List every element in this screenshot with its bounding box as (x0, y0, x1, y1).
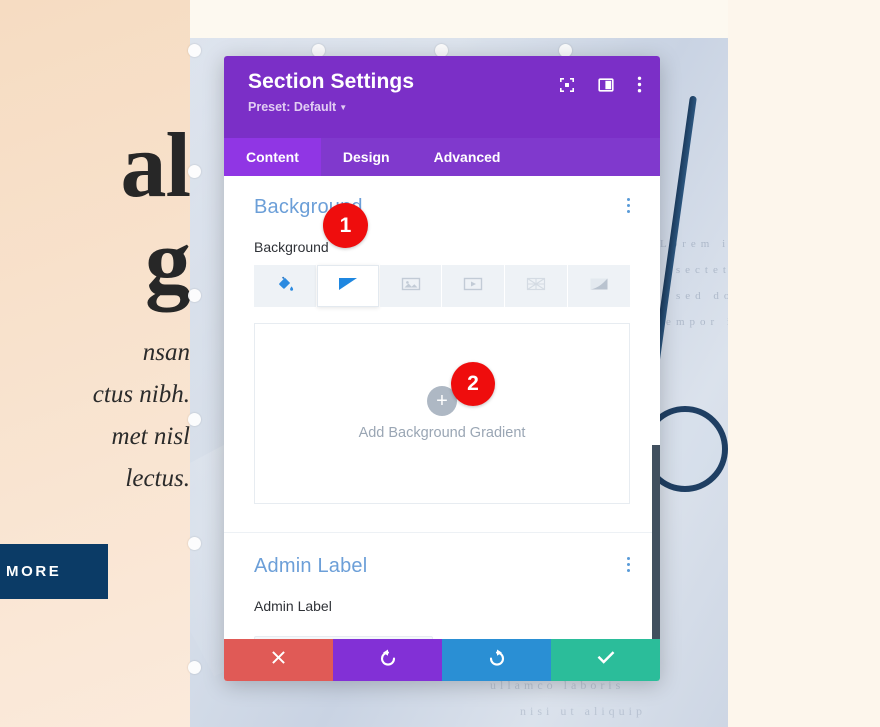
admin-label-section-heading: Admin Label (254, 555, 368, 577)
hero-headline-line2: g (145, 210, 190, 313)
preset-selector[interactable]: Preset: Default ▼ (248, 100, 347, 114)
save-button[interactable] (551, 639, 660, 681)
page-top-band (190, 0, 728, 38)
add-background-gradient-area[interactable]: + Add Background Gradient (254, 323, 630, 504)
section-handle-dot[interactable] (188, 289, 201, 302)
admin-label-section-menu-icon[interactable] (627, 557, 630, 572)
hero-subtext: nsan ctus nibh. met nisl lectus. (0, 332, 190, 500)
hero-subtext-line2: ctus nibh. (92, 381, 190, 408)
paint-bucket-icon (275, 274, 295, 299)
page-right-margin (728, 0, 880, 727)
annotation-badge-2: 2 (451, 362, 495, 406)
hero-subtext-line1: nsan (142, 339, 190, 366)
background-section-menu-icon[interactable] (627, 198, 630, 213)
video-icon (462, 274, 484, 299)
undo-button[interactable] (333, 639, 442, 681)
modal-header-icons (559, 76, 642, 93)
section-handle-dot[interactable] (188, 165, 201, 178)
hero-subtext-line4: lectus. (125, 465, 190, 492)
background-section-heading: Background (254, 196, 363, 218)
redo-icon (487, 648, 507, 673)
background-image-tab[interactable] (379, 265, 442, 307)
background-color-tab[interactable] (254, 265, 316, 307)
redo-button[interactable] (442, 639, 551, 681)
section-handle-dot[interactable] (188, 537, 201, 550)
hero-subtext-line3: met nisl (111, 423, 190, 450)
preset-label: Preset: Default (248, 100, 337, 114)
tab-content[interactable]: Content (224, 138, 321, 176)
undo-icon (378, 648, 398, 673)
tab-advanced[interactable]: Advanced (412, 138, 523, 176)
add-gradient-label: Add Background Gradient (358, 425, 526, 441)
section-settings-modal: Section Settings Preset: Default ▼ Conte… (224, 56, 660, 681)
focus-icon[interactable] (559, 77, 575, 93)
chevron-down-icon: ▼ (339, 103, 348, 112)
more-vertical-icon[interactable] (637, 76, 642, 93)
modal-body: Background Background + Add Background G… (224, 176, 660, 639)
background-field-label: Background (254, 239, 329, 255)
modal-footer (224, 639, 660, 681)
close-icon (270, 649, 287, 671)
pattern-icon (525, 274, 547, 299)
admin-label-section: Admin Label Admin Label (224, 533, 660, 639)
gradient-icon (337, 274, 359, 299)
admin-label-field-label: Admin Label (254, 598, 332, 614)
tab-design[interactable]: Design (321, 138, 412, 176)
website-hero-left: al g nsan ctus nibh. met nisl lectus. LE… (0, 0, 190, 727)
mask-icon (588, 274, 610, 299)
background-section: Background Background + Add Background G… (224, 176, 660, 504)
background-pattern-tab[interactable] (505, 265, 568, 307)
background-video-tab[interactable] (442, 265, 505, 307)
learn-more-button[interactable]: LEARN MORE (0, 544, 108, 599)
annotation-badge-1: 1 (323, 203, 368, 248)
hero-headline-line1: al (120, 114, 190, 216)
modal-tabs: Content Design Advanced (224, 138, 660, 176)
modal-header: Section Settings Preset: Default ▼ (224, 56, 660, 138)
cancel-button[interactable] (224, 639, 333, 681)
background-mask-tab[interactable] (568, 265, 630, 307)
modal-scrollbar[interactable] (652, 445, 660, 639)
section-handle-dot[interactable] (188, 413, 201, 426)
admin-label-input[interactable] (254, 636, 433, 639)
hero-headline: al g (0, 119, 190, 313)
background-type-tabs (254, 265, 630, 307)
screenshot-root: al g nsan ctus nibh. met nisl lectus. LE… (0, 0, 880, 727)
check-icon (596, 650, 616, 671)
image-icon (400, 274, 422, 299)
section-handle-dot[interactable] (188, 44, 201, 57)
layout-panel-icon[interactable] (598, 77, 614, 93)
background-gradient-tab[interactable] (316, 265, 379, 307)
section-handle-dot[interactable] (188, 661, 201, 674)
